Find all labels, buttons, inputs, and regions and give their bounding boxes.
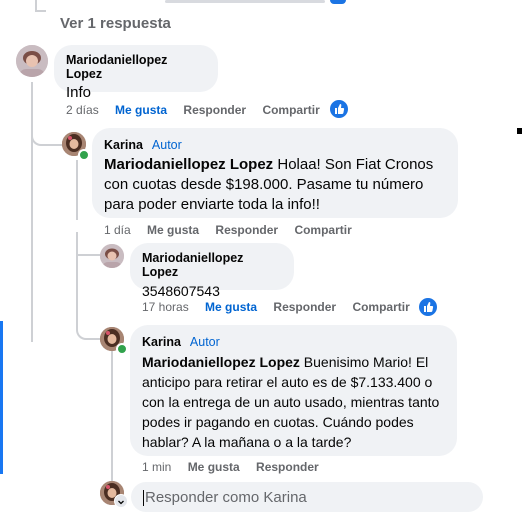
like-button[interactable]: Me gusta: [115, 103, 167, 117]
thread-line: [36, 10, 46, 12]
like-reaction-icon[interactable]: [328, 98, 350, 120]
reply-button[interactable]: Responder: [256, 460, 319, 474]
comment-author[interactable]: Mariodaniellopez Lopez: [66, 53, 206, 81]
thread-connector: [76, 218, 100, 256]
focus-indicator: [0, 321, 3, 474]
comment-bubble: Mariodaniellopez Lopez Info: [54, 45, 218, 101]
reply-button[interactable]: Responder: [273, 300, 336, 314]
comment-bubble: Karina Autor Mariodaniellopez Lopez Bueni…: [130, 325, 457, 456]
comment-time[interactable]: 1 min: [142, 460, 171, 474]
comment-text: 3548607543: [142, 283, 220, 299]
thread-line: [76, 252, 78, 322]
comment-bubble: Mariodaniellopez Lopez 3548607543: [130, 243, 294, 299]
chevron-down-icon: [118, 500, 124, 505]
avatar[interactable]: [100, 244, 124, 268]
author-badge: Autor: [189, 335, 220, 349]
like-reaction-icon[interactable]: [417, 296, 439, 318]
view-replies-link[interactable]: Ver 1 respuesta: [60, 15, 171, 32]
scrollbar-fragment: [517, 128, 522, 134]
comment-author[interactable]: Karina: [142, 335, 181, 349]
comment-author[interactable]: Mariodaniellopez Lopez: [142, 251, 282, 279]
thread-line: [76, 232, 78, 252]
avatar[interactable]: [16, 45, 48, 77]
person-photo-icon: [16, 45, 48, 77]
cutoff-action-row: [165, 0, 325, 3]
share-button[interactable]: Compartir: [352, 300, 409, 314]
text-caret: [143, 490, 144, 507]
person-photo-icon: [100, 244, 124, 268]
thread-line: [76, 160, 78, 220]
comment-bubble: Karina Autor Mariodaniellopez Lopez Holaa…: [92, 128, 458, 218]
like-button[interactable]: Me gusta: [147, 223, 199, 237]
reply-input[interactable]: Responder como Karina: [131, 482, 483, 512]
account-switch-button[interactable]: [114, 494, 128, 508]
like-button[interactable]: Me gusta: [205, 300, 257, 314]
comment-time[interactable]: 2 días: [66, 103, 99, 117]
share-button[interactable]: Compartir: [294, 223, 351, 237]
comment-actions: 2 días Me gusta Responder Compartir: [66, 103, 333, 117]
comment-actions: 1 día Me gusta Responder Compartir: [104, 223, 365, 237]
comment-time[interactable]: 17 horas: [142, 300, 189, 314]
thread-connector: [31, 120, 63, 146]
comment-author[interactable]: Karina: [104, 138, 143, 152]
mention-link[interactable]: Mariodaniellopez Lopez: [142, 354, 300, 370]
author-badge: Autor: [151, 138, 182, 152]
comment-actions: 1 min Me gusta Responder: [142, 460, 332, 474]
comment-actions: 17 horas Me gusta Responder Compartir: [142, 300, 423, 314]
online-status-dot: [116, 343, 128, 355]
share-button[interactable]: Compartir: [262, 103, 319, 117]
comment-time[interactable]: 1 día: [104, 223, 131, 237]
reply-button[interactable]: Responder: [183, 103, 246, 117]
online-status-dot: [78, 149, 90, 161]
reply-placeholder: Responder como Karina: [145, 489, 307, 506]
comment-text: Info: [66, 84, 92, 101]
thread-connector: [76, 316, 100, 340]
reply-button[interactable]: Responder: [215, 223, 278, 237]
like-button[interactable]: Me gusta: [188, 460, 240, 474]
thread-line: [111, 344, 113, 489]
mention-link[interactable]: Mariodaniellopez Lopez: [104, 156, 273, 173]
like-reaction-icon: [330, 0, 346, 4]
